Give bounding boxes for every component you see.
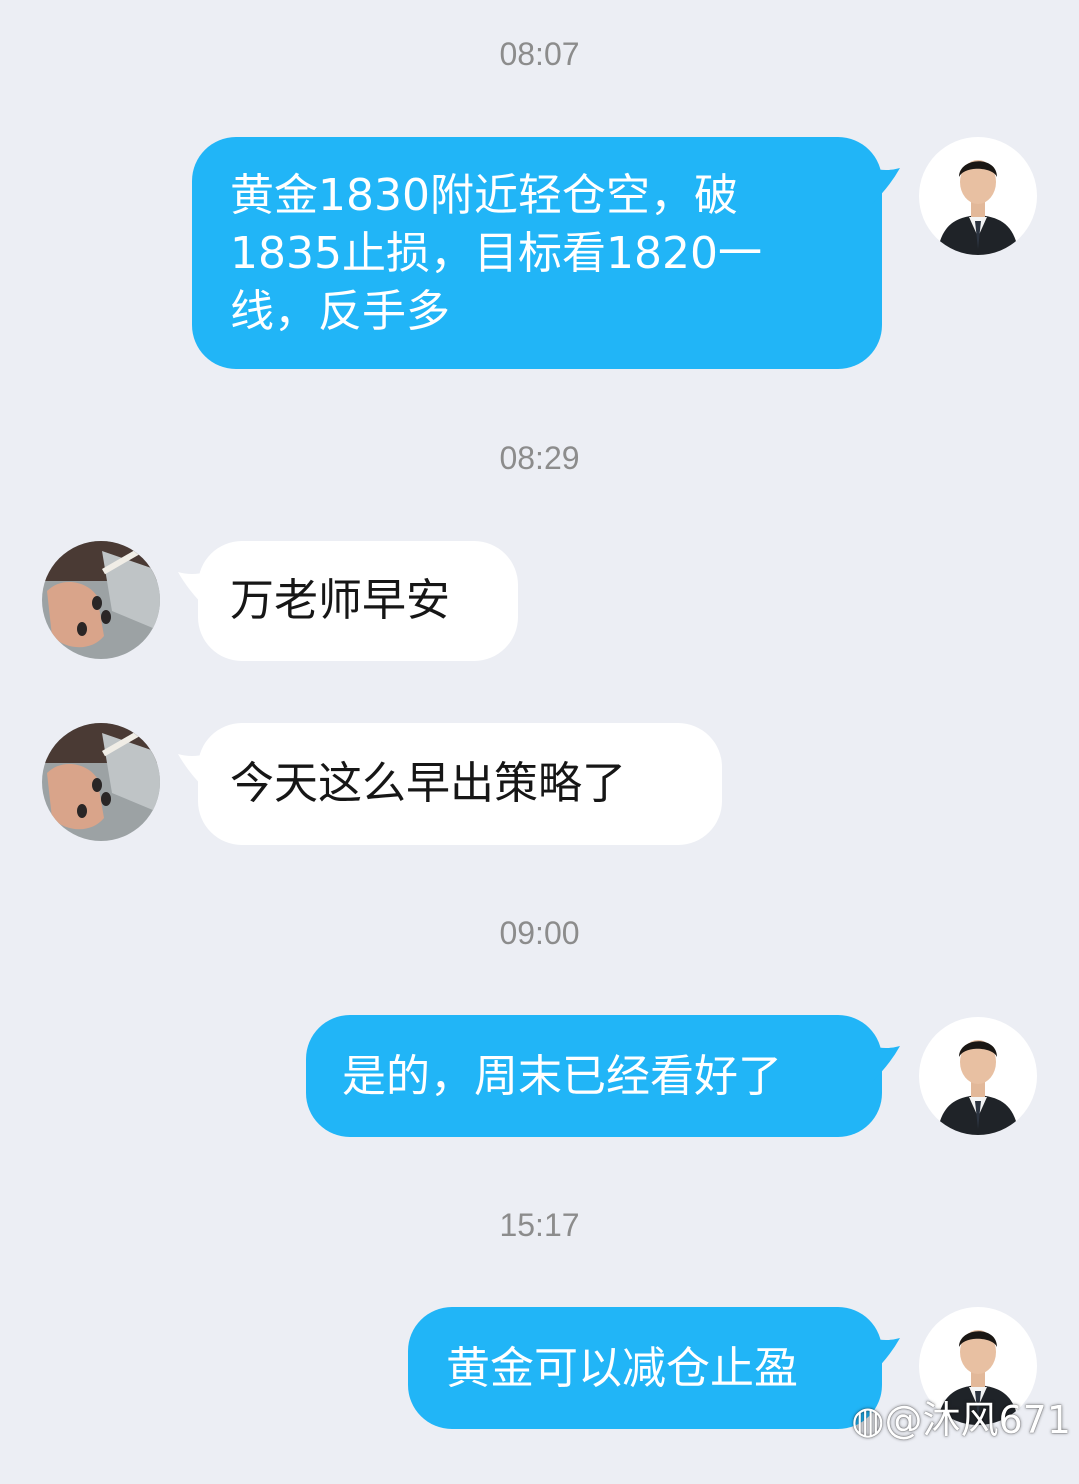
bubble-tail — [872, 1046, 900, 1082]
teacher-avatar[interactable] — [919, 1017, 1037, 1135]
message-bubble-incoming[interactable]: 今天这么早出策略了 — [198, 723, 722, 845]
timestamp: 08:29 — [499, 440, 580, 476]
user-avatar[interactable] — [42, 723, 160, 841]
message-bubble-outgoing[interactable]: 黄金可以减仓止盈 — [408, 1307, 882, 1429]
user-avatar[interactable] — [42, 541, 160, 659]
timestamp: 09:00 — [499, 915, 580, 951]
message-text: 是的，周末已经看好了 — [342, 1051, 782, 1102]
bubble-tail — [872, 168, 900, 204]
message-text: 黄金1830附近轻仓空，破1835止损，目标看1820一线，反手多 — [230, 170, 762, 337]
message-bubble-incoming[interactable]: 万老师早安 — [198, 541, 518, 661]
bubble-tail — [872, 1338, 900, 1374]
weibo-logo-icon: ◍ — [851, 1398, 885, 1442]
message-text: 万老师早安 — [230, 575, 450, 626]
timestamp: 08:07 — [499, 36, 580, 72]
teacher-avatar[interactable] — [919, 137, 1037, 255]
message-bubble-outgoing[interactable]: 黄金1830附近轻仓空，破1835止损，目标看1820一线，反手多 — [192, 137, 882, 369]
watermark: ◍@沐风671 — [851, 1389, 1071, 1444]
message-text: 今天这么早出策略了 — [230, 758, 626, 809]
message-text: 黄金可以减仓止盈 — [446, 1343, 798, 1394]
watermark-text: @沐风671 — [884, 1398, 1071, 1442]
timestamp: 15:17 — [499, 1207, 580, 1243]
message-bubble-outgoing[interactable]: 是的，周末已经看好了 — [306, 1015, 882, 1137]
